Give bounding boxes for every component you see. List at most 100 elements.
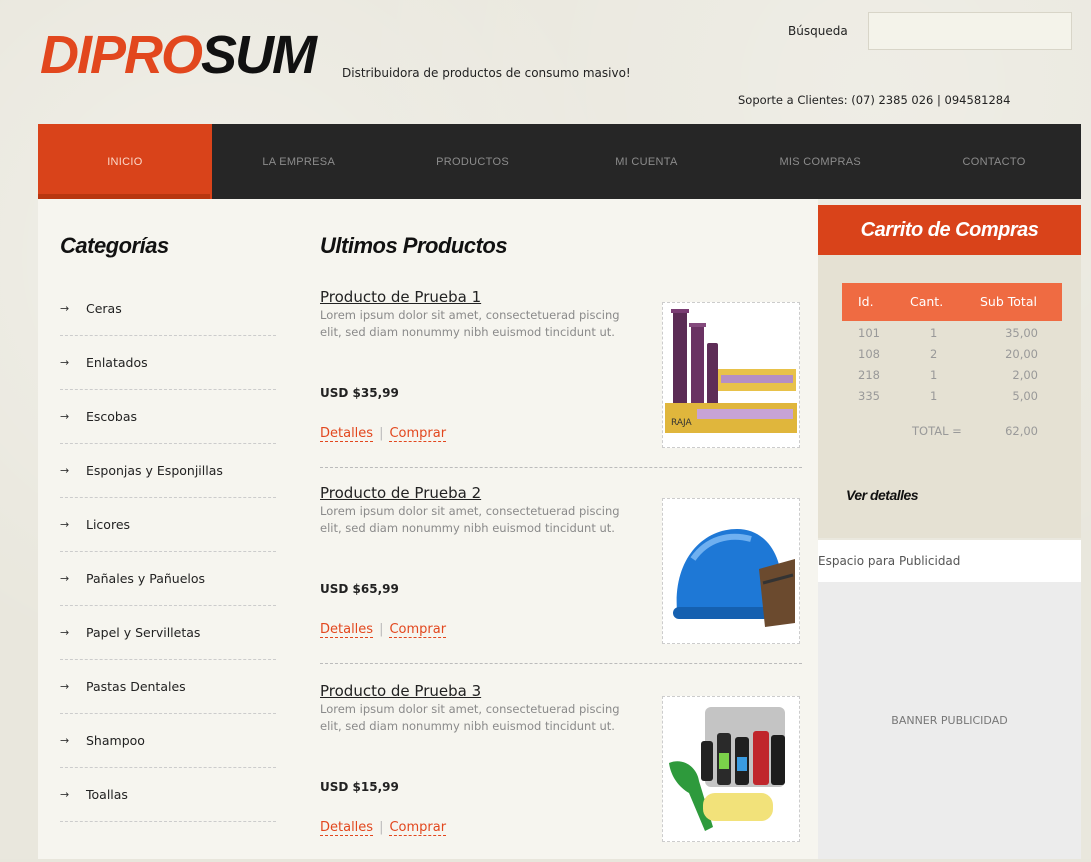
arrow-right-icon: → xyxy=(60,788,70,801)
cart-row: 108 2 20,00 xyxy=(842,347,1062,368)
link-separator: | xyxy=(379,820,384,835)
category-item[interactable]: → Escobas xyxy=(60,390,276,444)
product-image-car-care-kit[interactable] xyxy=(662,696,800,842)
cart-row-qty: 1 xyxy=(930,368,938,382)
arrow-right-icon: → xyxy=(60,302,70,315)
search-input[interactable] xyxy=(868,12,1072,50)
support-contact: Soporte a Clientes: (07) 2385 026 | 0945… xyxy=(738,93,1011,107)
nav-item-inicio[interactable]: INICIO xyxy=(38,124,212,199)
hard-hat-image xyxy=(673,529,795,627)
product-card: Producto de Prueba 3 Lorem ipsum dolor s… xyxy=(320,682,802,862)
category-item[interactable]: → Enlatados xyxy=(60,336,276,390)
category-label: Enlatados xyxy=(86,355,148,370)
arrow-right-icon: → xyxy=(60,410,70,423)
site-logo[interactable]: DIPROSUM xyxy=(40,25,317,85)
cart-row: 335 1 5,00 xyxy=(842,389,1062,410)
category-label: Toallas xyxy=(86,787,128,802)
product-actions: Detalles | Comprar xyxy=(320,820,447,836)
arrow-right-icon: → xyxy=(60,626,70,639)
category-item[interactable]: → Ceras xyxy=(60,282,276,336)
nav-item-la-empresa[interactable]: LA EMPRESA xyxy=(212,124,386,199)
category-item[interactable]: → Toallas xyxy=(60,768,276,822)
ad-banner[interactable]: BANNER PUBLICIDAD xyxy=(818,582,1081,859)
view-cart-details-link[interactable]: Ver detalles xyxy=(846,487,919,503)
cart-col-subtotal: Sub Total xyxy=(980,294,1037,309)
product-title[interactable]: Producto de Prueba 1 xyxy=(320,288,481,306)
arrow-right-icon: → xyxy=(60,680,70,693)
logo-text-part1: DIPRO xyxy=(40,25,203,85)
nav-item-productos[interactable]: PRODUCTOS xyxy=(386,124,560,199)
cart-row-subtotal: 35,00 xyxy=(1005,326,1038,340)
search-label: Búsqueda xyxy=(788,24,848,38)
product-price: USD $15,99 xyxy=(320,780,399,794)
cart-row: 218 1 2,00 xyxy=(842,368,1062,389)
cart-row-qty: 1 xyxy=(930,389,938,403)
arrow-right-icon: → xyxy=(60,572,70,585)
buy-link[interactable]: Comprar xyxy=(389,622,447,638)
arrow-right-icon: → xyxy=(60,518,70,531)
category-label: Shampoo xyxy=(86,733,145,748)
site-tagline: Distribuidora de productos de consumo ma… xyxy=(342,66,631,80)
category-item[interactable]: → Licores xyxy=(60,498,276,552)
product-description: Lorem ipsum dolor sit amet, consectetuer… xyxy=(320,308,620,339)
product-card: Producto de Prueba 1 Lorem ipsum dolor s… xyxy=(320,288,802,468)
arrow-right-icon: → xyxy=(60,734,70,747)
details-link[interactable]: Detalles xyxy=(320,426,374,442)
product-title[interactable]: Producto de Prueba 3 xyxy=(320,682,481,700)
details-link[interactable]: Detalles xyxy=(320,622,374,638)
cart-row-subtotal: 20,00 xyxy=(1005,347,1038,361)
logo-text-part2: SUM xyxy=(201,25,317,85)
cart-total-label: TOTAL = xyxy=(912,424,962,438)
product-divider xyxy=(320,663,802,664)
product-card: Producto de Prueba 2 Lorem ipsum dolor s… xyxy=(320,484,802,664)
category-item[interactable]: → Shampoo xyxy=(60,714,276,768)
buy-link[interactable]: Comprar xyxy=(389,426,447,442)
cart-row-id: 335 xyxy=(858,389,880,403)
arrow-right-icon: → xyxy=(60,464,70,477)
cart-total-value: 62,00 xyxy=(1005,424,1038,438)
cart-row-qty: 1 xyxy=(930,326,938,340)
cart-row-subtotal: 2,00 xyxy=(1012,368,1038,382)
cart-row-qty: 2 xyxy=(930,347,938,361)
product-image-plastic-wrap[interactable]: RAJA xyxy=(662,302,800,448)
category-item[interactable]: → Pastas Dentales xyxy=(60,660,276,714)
cart-row: 101 1 35,00 xyxy=(842,326,1062,347)
category-label: Pastas Dentales xyxy=(86,679,186,694)
product-actions: Detalles | Comprar xyxy=(320,426,447,442)
category-item[interactable]: → Esponjas y Esponjillas xyxy=(60,444,276,498)
cart-col-id: Id. xyxy=(858,294,874,309)
product-description: Lorem ipsum dolor sit amet, consectetuer… xyxy=(320,504,620,535)
category-label: Papel y Servilletas xyxy=(86,625,201,640)
cart-title: Carrito de Compras xyxy=(818,205,1081,255)
svg-text:RAJA: RAJA xyxy=(671,418,693,428)
categories-title: Categorías xyxy=(60,233,169,258)
product-actions: Detalles | Comprar xyxy=(320,622,447,638)
product-description: Lorem ipsum dolor sit amet, consectetuer… xyxy=(320,702,620,733)
cart-rows: 101 1 35,00 108 2 20,00 218 1 2,00 335 1… xyxy=(842,326,1062,410)
nav-item-contacto[interactable]: CONTACTO xyxy=(907,124,1081,199)
cart-total: TOTAL = 62,00 xyxy=(842,424,1062,442)
category-label: Pañales y Pañuelos xyxy=(86,571,206,586)
product-price: USD $65,99 xyxy=(320,582,399,596)
product-title[interactable]: Producto de Prueba 2 xyxy=(320,484,481,502)
car-care-kit-image xyxy=(669,707,785,831)
category-label: Escobas xyxy=(86,409,138,424)
cart-row-id: 101 xyxy=(858,326,880,340)
nav-item-mis-compras[interactable]: MIS COMPRAS xyxy=(733,124,907,199)
buy-link[interactable]: Comprar xyxy=(389,820,447,836)
category-label: Esponjas y Esponjillas xyxy=(86,463,223,478)
cart-row-id: 108 xyxy=(858,347,880,361)
cart-table-header: Id. Cant. Sub Total xyxy=(842,283,1062,321)
main-nav: INICIO LA EMPRESA PRODUCTOS MI CUENTA MI… xyxy=(38,124,1081,199)
ad-space-label: Espacio para Publicidad xyxy=(818,540,1081,582)
products-title: Ultimos Productos xyxy=(320,233,508,258)
category-item[interactable]: → Papel y Servilletas xyxy=(60,606,276,660)
product-price: USD $35,99 xyxy=(320,386,399,400)
product-image-hard-hat[interactable] xyxy=(662,498,800,644)
cart-col-qty: Cant. xyxy=(910,294,944,309)
link-separator: | xyxy=(379,622,384,637)
link-separator: | xyxy=(379,426,384,441)
details-link[interactable]: Detalles xyxy=(320,820,374,836)
nav-item-mi-cuenta[interactable]: MI CUENTA xyxy=(559,124,733,199)
category-item[interactable]: → Pañales y Pañuelos xyxy=(60,552,276,606)
